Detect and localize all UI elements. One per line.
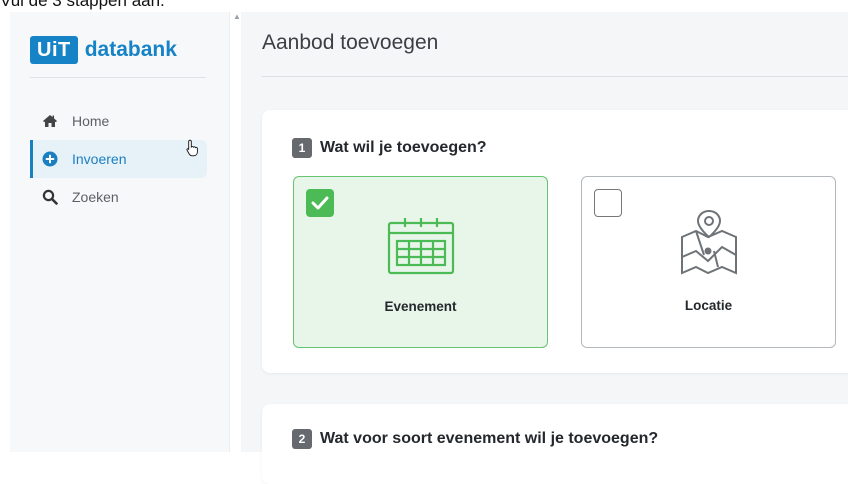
sidebar: UiT databank Home Invoeren Zoeken xyxy=(10,12,229,452)
step-1-heading: 1 Wat wil je toevoegen? xyxy=(292,138,487,158)
sidebar-item-invoeren[interactable]: Invoeren xyxy=(30,140,207,178)
uit-databank-logo[interactable]: UiT databank xyxy=(30,36,177,64)
step-title: Wat wil je toevoegen? xyxy=(320,139,487,156)
step-number-badge: 1 xyxy=(292,138,312,158)
option-locatie[interactable]: Locatie xyxy=(581,176,836,348)
map-pin-icon xyxy=(674,207,744,284)
step-number-badge: 2 xyxy=(292,429,312,449)
sidebar-item-label: Zoeken xyxy=(72,189,119,205)
logo-badge: UiT xyxy=(30,36,78,64)
checkbox-unchecked[interactable] xyxy=(594,189,622,217)
search-icon xyxy=(42,189,58,205)
sidebar-item-label: Home xyxy=(72,113,110,129)
logo-name: databank xyxy=(84,38,177,61)
sidebar-nav: Home Invoeren Zoeken xyxy=(30,102,207,216)
page-title: Aanbod toevoegen xyxy=(262,31,439,54)
sidebar-item-label: Invoeren xyxy=(72,151,127,167)
plus-circle-icon xyxy=(42,151,58,167)
option-evenement[interactable]: Evenement xyxy=(293,176,548,348)
header-divider xyxy=(262,76,848,77)
sidebar-item-zoeken[interactable]: Zoeken xyxy=(30,178,207,216)
hand-pointer-cursor xyxy=(186,139,200,162)
step-2-heading: 2 Wat voor soort evenement wil je toevoe… xyxy=(292,429,658,449)
step-2-card: 2 Wat voor soort evenement wil je toevoe… xyxy=(262,404,848,484)
checkbox-checked[interactable] xyxy=(306,189,334,217)
checkmark-icon xyxy=(311,196,329,210)
option-label: Evenement xyxy=(384,299,457,314)
option-label: Locatie xyxy=(684,298,733,313)
logo-divider xyxy=(30,77,206,78)
calendar-icon xyxy=(385,215,457,282)
home-icon xyxy=(42,113,58,129)
sidebar-item-home[interactable]: Home xyxy=(30,102,207,140)
step-1-card: 1 Wat wil je toevoegen? Evenement Locati… xyxy=(262,110,848,373)
step-title: Wat voor soort evenement wil je toevoege… xyxy=(320,430,659,447)
instruction-caption: Vul de 3 stappen aan. xyxy=(0,0,165,10)
